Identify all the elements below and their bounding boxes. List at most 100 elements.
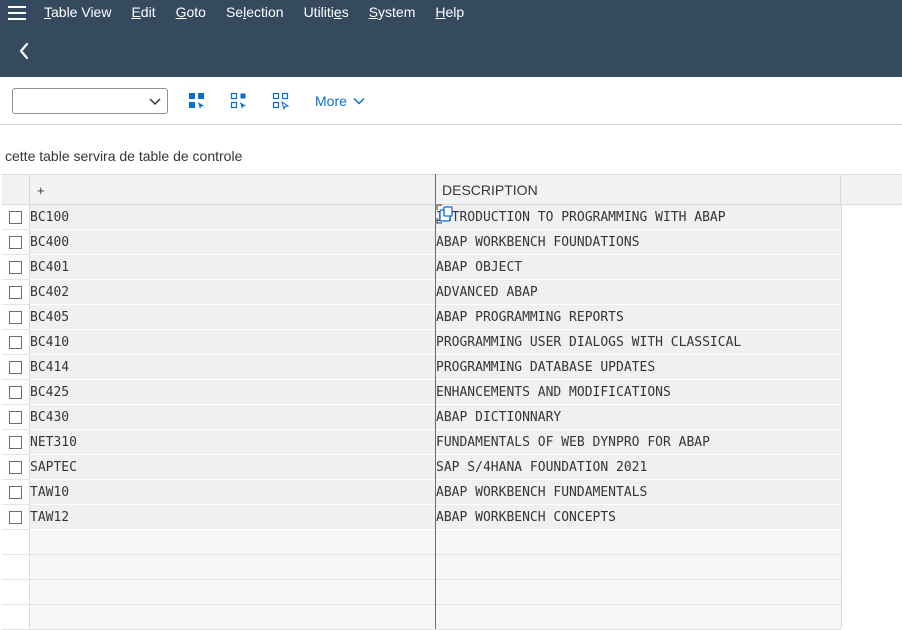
cell-description[interactable]: ABAP WORKBENCH FUNDAMENTALS xyxy=(436,480,841,505)
empty-row xyxy=(2,580,842,605)
table-row[interactable]: BC425 ENHANCEMENTS AND MODIFICATIONS xyxy=(2,380,842,405)
row-select-cell[interactable] xyxy=(2,380,30,405)
table-row[interactable]: NET310 FUNDAMENTALS OF WEB DYNPRO FOR ABA… xyxy=(2,430,842,455)
cell-code[interactable]: BC405 xyxy=(30,305,435,330)
table-row[interactable]: BC400 ABAP WORKBENCH FOUNDATIONS xyxy=(2,230,842,255)
menu-item[interactable]: Goto xyxy=(166,0,216,25)
table-title: cette table servira de table de controle xyxy=(5,148,243,164)
row-select-cell[interactable] xyxy=(2,505,30,530)
row-select-cell xyxy=(2,530,30,555)
menu-item-post: able View xyxy=(51,4,112,20)
cell-code[interactable]: BC425 xyxy=(30,380,435,405)
header-select-cell[interactable] xyxy=(2,175,30,205)
row-select-cell[interactable] xyxy=(2,280,30,305)
cell-description[interactable]: ABAP WORKBENCH CONCEPTS xyxy=(436,505,841,530)
cell-description[interactable]: SAP S/4HANA FOUNDATION 2021 xyxy=(436,455,841,480)
cell-code[interactable]: BC430 xyxy=(30,405,435,430)
cell-code[interactable]: TAW12 xyxy=(30,505,435,530)
row-select-cell[interactable] xyxy=(2,230,30,255)
toolbar: More xyxy=(0,77,902,125)
column-header-code[interactable]: + xyxy=(30,175,435,205)
cell-code[interactable]: BC100 xyxy=(30,205,435,230)
menu-item-mnemonic: E xyxy=(131,4,141,20)
cell-description[interactable]: ENHANCEMENTS AND MODIFICATIONS xyxy=(436,380,841,405)
menu-item[interactable]: Selection xyxy=(216,0,294,25)
row-select-cell[interactable] xyxy=(2,480,30,505)
row-select-cell[interactable] xyxy=(2,255,30,280)
cell-code[interactable]: NET310 xyxy=(30,430,435,455)
deselect-all-button[interactable] xyxy=(270,90,292,112)
cell-code[interactable]: BC414 xyxy=(30,355,435,380)
select-all-icon xyxy=(189,93,204,109)
row-checkbox[interactable] xyxy=(9,260,22,274)
table-row[interactable]: BC401 ABAP OBJECT xyxy=(2,255,842,280)
table-row[interactable]: SAPTEC SAP S/4HANA FOUNDATION 2021 xyxy=(2,455,842,480)
row-select-cell[interactable] xyxy=(2,430,30,455)
row-select-cell[interactable] xyxy=(2,405,30,430)
menu-item[interactable]: Utilities xyxy=(294,0,359,25)
row-checkbox[interactable] xyxy=(9,410,22,424)
cell-description[interactable]: PROGRAMMING DATABASE UPDATES xyxy=(436,355,841,380)
more-button[interactable]: More xyxy=(315,91,365,111)
row-checkbox[interactable] xyxy=(9,310,22,324)
row-select-cell xyxy=(2,605,30,630)
cell-code[interactable]: SAPTEC xyxy=(30,455,435,480)
cell-code[interactable]: BC410 xyxy=(30,330,435,355)
copy-icon[interactable] xyxy=(437,205,455,225)
row-select-cell[interactable] xyxy=(2,330,30,355)
table-row[interactable]: TAW10 ABAP WORKBENCH FUNDAMENTALS xyxy=(2,480,842,505)
table-row[interactable]: BC414 PROGRAMMING DATABASE UPDATES xyxy=(2,355,842,380)
menu-item-post: elp xyxy=(445,4,465,20)
cell-description[interactable]: ABAP DICTIONNARY xyxy=(436,405,841,430)
row-checkbox[interactable] xyxy=(9,285,22,299)
row-checkbox[interactable] xyxy=(9,435,22,449)
table-row[interactable]: BC410 PROGRAMMING USER DIALOGS WITH CLASS… xyxy=(2,330,842,355)
table-row[interactable]: BC430 ABAP DICTIONNARY xyxy=(2,405,842,430)
column-divider[interactable] xyxy=(435,174,436,629)
row-select-cell[interactable] xyxy=(2,455,30,480)
menu-item-mnemonic: G xyxy=(175,4,187,20)
cell-description xyxy=(436,555,841,580)
menu-item-post: ystem xyxy=(378,4,416,20)
table-row[interactable]: BC100 INTRODUCTION TO PROGRAMMING WITH AB… xyxy=(2,205,842,230)
table-row[interactable]: BC405 ABAP PROGRAMMING REPORTS xyxy=(2,305,842,330)
row-checkbox[interactable] xyxy=(9,235,22,249)
row-checkbox[interactable] xyxy=(9,385,22,399)
row-checkbox[interactable] xyxy=(9,210,22,224)
row-checkbox[interactable] xyxy=(9,485,22,499)
row-select-cell[interactable] xyxy=(2,205,30,230)
cell-code[interactable]: BC402 xyxy=(30,280,435,305)
row-checkbox[interactable] xyxy=(9,335,22,349)
menu-item[interactable]: Table View xyxy=(34,0,121,25)
cell-description[interactable]: ABAP OBJECT xyxy=(436,255,841,280)
row-select-cell[interactable] xyxy=(2,305,30,330)
menu-item-pre: Utiliti xyxy=(303,4,334,20)
menu-item[interactable]: Edit xyxy=(121,0,165,25)
select-block-button[interactable] xyxy=(228,90,250,112)
column-header-description[interactable]: DESCRIPTION xyxy=(436,175,841,205)
cell-code[interactable]: BC400 xyxy=(30,230,435,255)
shell-header xyxy=(0,25,902,77)
back-icon[interactable] xyxy=(12,39,36,63)
cell-description[interactable]: ABAP PROGRAMMING REPORTS xyxy=(436,305,841,330)
cell-description[interactable]: ABAP WORKBENCH FOUNDATIONS xyxy=(436,230,841,255)
row-select-cell[interactable] xyxy=(2,355,30,380)
select-all-button[interactable] xyxy=(186,90,208,112)
row-checkbox[interactable] xyxy=(9,460,22,474)
table-row[interactable]: TAW12 ABAP WORKBENCH CONCEPTS xyxy=(2,505,842,530)
cell-code[interactable]: TAW10 xyxy=(30,480,435,505)
menu-item[interactable]: Help xyxy=(425,0,474,25)
cell-description[interactable]: PROGRAMMING USER DIALOGS WITH CLASSICAL xyxy=(436,330,841,355)
hamburger-menu-icon[interactable] xyxy=(0,0,34,25)
command-field-combo[interactable] xyxy=(12,88,168,114)
row-checkbox[interactable] xyxy=(9,510,22,524)
menu-item-post: s xyxy=(341,4,349,20)
chevron-down-icon xyxy=(353,97,365,105)
cell-description[interactable]: FUNDAMENTALS OF WEB DYNPRO FOR ABAP xyxy=(436,430,841,455)
table-row[interactable]: BC402 ADVANCED ABAP xyxy=(2,280,842,305)
cell-code[interactable]: BC401 xyxy=(30,255,435,280)
cell-description[interactable]: ADVANCED ABAP xyxy=(436,280,841,305)
cell-description[interactable]: INTRODUCTION TO PROGRAMMING WITH ABAP xyxy=(436,205,841,230)
menu-item[interactable]: System xyxy=(359,0,426,25)
row-checkbox[interactable] xyxy=(9,360,22,374)
